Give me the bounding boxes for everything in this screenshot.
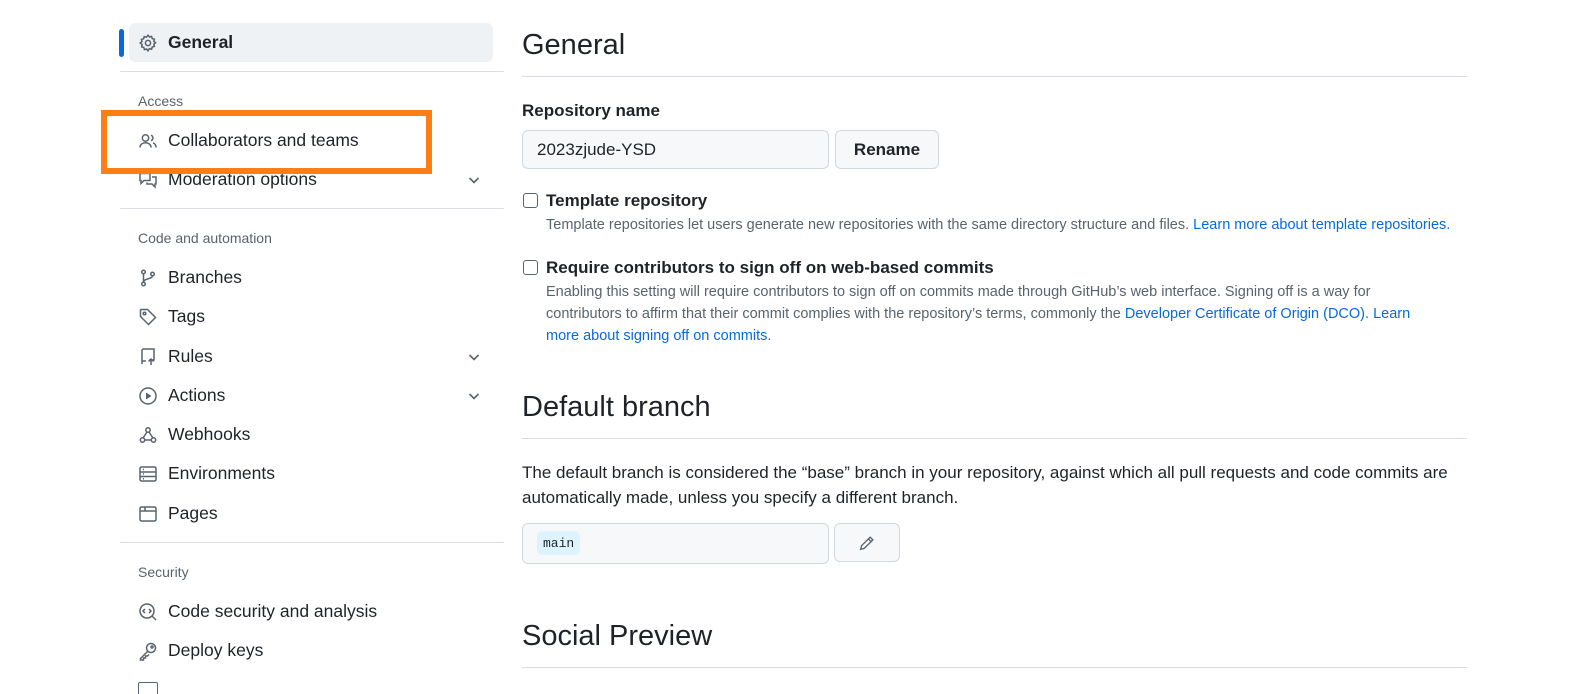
sidebar-item-environments[interactable]: Environments bbox=[120, 454, 493, 493]
comment-discussion-icon bbox=[138, 170, 158, 190]
chevron-down-icon[interactable] bbox=[466, 172, 482, 188]
rename-button[interactable]: Rename bbox=[835, 130, 939, 169]
sidebar-item-code-security[interactable]: Code security and analysis bbox=[120, 592, 493, 631]
signoff-learn-more-link[interactable]: Learn bbox=[1369, 306, 1410, 322]
divider bbox=[522, 76, 1467, 77]
sidebar-item-branches[interactable]: Branches bbox=[120, 258, 493, 297]
sidebar-item-webhooks[interactable]: Webhooks bbox=[120, 415, 493, 454]
gear-icon bbox=[138, 33, 158, 53]
social-preview-heading: Social Preview bbox=[522, 620, 713, 652]
chevron-down-icon[interactable] bbox=[466, 388, 482, 404]
sidebar-item-label: Webhooks bbox=[168, 424, 251, 444]
template-repository-title: Template repository bbox=[546, 191, 708, 210]
branch-name-badge: main bbox=[537, 531, 581, 555]
sidebar-item-tags[interactable]: Tags bbox=[120, 297, 493, 336]
signoff-note-line-1: Enabling this setting will require contr… bbox=[546, 284, 1371, 300]
signoff-title: Require contributors to sign off on web-… bbox=[546, 258, 994, 277]
sidebar-item-label: Pages bbox=[168, 503, 218, 523]
divider bbox=[120, 208, 504, 209]
sidebar-item-label: Actions bbox=[168, 385, 226, 405]
divider bbox=[120, 71, 504, 72]
sidebar-item-deploy-keys[interactable]: Deploy keys bbox=[120, 631, 493, 670]
active-indicator bbox=[119, 29, 124, 57]
signoff-note-line-3: more about signing off on commits. bbox=[546, 325, 771, 347]
signoff-checkbox[interactable] bbox=[523, 260, 538, 275]
default-branch-field: main bbox=[522, 523, 829, 564]
signoff-note-line-2: contributors to affirm that their commit… bbox=[546, 303, 1410, 325]
repo-name-input[interactable] bbox=[522, 130, 829, 169]
sidebar-item-moderation[interactable]: Moderation options bbox=[120, 160, 493, 199]
sidebar-item-actions[interactable]: Actions bbox=[120, 376, 493, 415]
chevron-down-icon[interactable] bbox=[466, 349, 482, 365]
sidebar-item-label: Code security and analysis bbox=[168, 601, 378, 621]
people-icon bbox=[138, 131, 158, 151]
sidebar-item-pages[interactable]: Pages bbox=[120, 494, 493, 533]
codescan-icon bbox=[138, 602, 158, 622]
sidebar-item-label: Collaborators and teams bbox=[168, 130, 359, 150]
pencil-icon bbox=[859, 535, 874, 550]
divider bbox=[120, 542, 504, 543]
note-text: Template repositories let users generate… bbox=[546, 217, 1194, 233]
template-repository-note: Template repositories let users generate… bbox=[546, 214, 1450, 236]
divider bbox=[522, 438, 1467, 439]
default-branch-heading: Default branch bbox=[522, 391, 711, 423]
section-heading-code-automation: Code and automation bbox=[138, 230, 272, 246]
sidebar-item-label: Deploy keys bbox=[168, 640, 264, 660]
note-text: contributors to affirm that their commit… bbox=[546, 306, 1125, 322]
sidebar-item-label: Branches bbox=[168, 267, 242, 287]
section-heading-security: Security bbox=[138, 564, 189, 580]
webhook-icon bbox=[138, 425, 158, 445]
sidebar-item-general[interactable]: General bbox=[129, 23, 493, 62]
sidebar-item-label: Environments bbox=[168, 463, 275, 483]
template-learn-more-link[interactable]: Learn more about template repositories. bbox=[1193, 217, 1450, 233]
edit-default-branch-button[interactable] bbox=[834, 523, 900, 562]
default-branch-description-line-2: automatically made, unless you specify a… bbox=[522, 488, 959, 507]
sidebar-item-collaborators[interactable]: Collaborators and teams bbox=[120, 121, 493, 160]
key-icon bbox=[138, 641, 158, 661]
sidebar-item-label: General bbox=[168, 32, 234, 52]
sidebar-item-label: Moderation options bbox=[168, 169, 317, 189]
play-icon bbox=[138, 386, 158, 406]
section-heading-access: Access bbox=[138, 93, 184, 109]
sidebar-item-rules[interactable]: Rules bbox=[120, 337, 493, 376]
template-repository-checkbox[interactable] bbox=[523, 193, 538, 208]
tag-icon bbox=[138, 307, 158, 327]
browser-icon bbox=[138, 504, 158, 524]
sidebar-item-label: Tags bbox=[168, 306, 205, 326]
dco-link[interactable]: Developer Certificate of Origin (DCO). bbox=[1125, 306, 1369, 322]
sidebar-item-label: Rules bbox=[168, 346, 213, 366]
repo-name-label: Repository name bbox=[522, 101, 660, 120]
default-branch-description-line-1: The default branch is considered the “ba… bbox=[522, 463, 1448, 482]
signoff-learn-more-link[interactable]: more about signing off on commits bbox=[546, 328, 767, 344]
note-text: . bbox=[767, 328, 772, 344]
page-title: General bbox=[522, 29, 626, 61]
divider bbox=[522, 667, 1467, 668]
server-icon bbox=[138, 464, 158, 484]
settings-page: General Access Collaborators and teams M… bbox=[0, 0, 1595, 694]
partial-icon bbox=[138, 682, 158, 694]
repo-push-icon bbox=[138, 347, 158, 367]
git-branch-icon bbox=[138, 268, 158, 288]
